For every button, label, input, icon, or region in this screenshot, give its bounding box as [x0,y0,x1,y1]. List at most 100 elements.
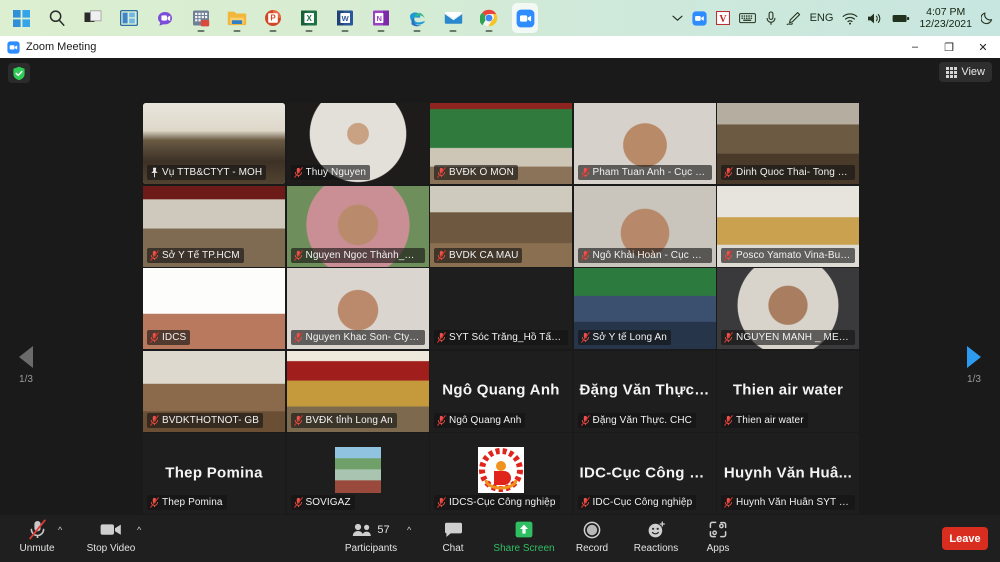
edge-icon[interactable] [404,3,430,33]
participant-name-label: IDCS [162,332,186,343]
taskbar-clock[interactable]: 4:07 PM 12/23/2021 [919,6,972,30]
participant-tile[interactable]: Pham Tuan Anh - Cục Cô... [574,103,716,184]
participant-tile[interactable]: IDCS [143,268,285,349]
participant-name-label: Pham Tuan Anh - Cục Cô... [593,167,708,178]
video-options-caret[interactable]: ^ [137,525,141,535]
reactions-button[interactable]: Reactions [626,519,686,559]
mic-muted-icon [294,497,303,508]
participant-name-label: IDC-Cục Công nghiệp [593,497,693,508]
minimize-button[interactable]: – [898,36,932,58]
unmute-button[interactable]: Unmute [14,519,60,559]
security-shield-icon[interactable] [8,63,30,83]
meeting-top-strip: View [0,58,1000,86]
participant-tile[interactable]: BVDK CA MAU [430,186,572,267]
leave-button[interactable]: Leave [942,527,988,550]
svg-text:N: N [376,14,381,23]
participant-tile[interactable]: Sở Y Tế TP.HCM [143,186,285,267]
participant-name-label: Đặng Văn Thực. CHC [593,415,692,426]
powerpoint-icon[interactable]: P [260,3,286,33]
stop-video-button[interactable]: Stop Video [82,519,140,559]
notification-bell-icon[interactable] [981,11,994,25]
excel-icon[interactable]: X [296,3,322,33]
audio-options-caret[interactable]: ^ [58,525,62,535]
participant-tile[interactable]: Ngô Quang AnhNgô Quang Anh [430,351,572,432]
avatar [478,447,524,493]
tray-touch-keyboard-icon[interactable] [739,12,756,24]
apps-icon [709,519,727,540]
participant-tile[interactable]: Thien air waterThien air water [717,351,859,432]
mic-muted-icon [724,167,733,178]
mic-muted-icon [437,332,446,343]
participant-tile[interactable]: Ngô Khải Hoàn - Cục Cô... [574,186,716,267]
participant-tile[interactable]: IDC-Cục Công n... IDC-Cục Công nghiệp [574,433,716,514]
onenote-icon[interactable]: N [368,3,394,33]
view-button[interactable]: View [939,62,992,82]
share-screen-button[interactable]: Share Screen [490,519,558,559]
participant-tile[interactable]: Đặng Văn Thực....Đặng Văn Thực. CHC [574,351,716,432]
tray-overflow-chevron-icon[interactable] [672,14,683,22]
restore-button[interactable]: ❐ [932,36,966,58]
participant-tile[interactable]: BVDKTHOTNOT- GB [143,351,285,432]
chrome-icon[interactable] [476,3,502,33]
record-button[interactable]: Record [566,519,618,559]
widgets-icon[interactable] [116,3,142,33]
zoom-window-icon [7,41,20,54]
participant-tile[interactable]: Nguyen Ngọc Thành_Cục... [287,186,429,267]
apps-button[interactable]: Apps [696,519,740,559]
participant-tile[interactable]: Sở Y tế Long An [574,268,716,349]
search-icon[interactable] [44,3,70,33]
close-button[interactable]: ✕ [966,36,1000,58]
participant-tile[interactable]: Thuy Nguyen [287,103,429,184]
participant-tile[interactable]: Thep PominaThep Pomina [143,433,285,514]
word-icon[interactable]: W [332,3,358,33]
mic-muted-icon [581,332,590,343]
participants-caret[interactable]: ^ [407,525,411,535]
participant-display-name: IDC-Cục Công n... [574,464,716,481]
taskbar-pinned-apps: P X W N [8,0,538,36]
file-explorer-icon[interactable] [224,3,250,33]
participant-tile[interactable]: Dinh Quoc Thai- Tong Th... [717,103,859,184]
mic-muted-icon [581,250,590,261]
gallery-next-page[interactable]: 1/3 [952,346,996,385]
participant-tile[interactable]: BVĐK tỉnh Long An [287,351,429,432]
participant-tile[interactable]: BVĐK Ô MÔN [430,103,572,184]
unmute-label: Unmute [19,543,54,554]
participant-name-bar: IDCS-Cục Công nghiệp [434,495,560,510]
tray-pen-icon[interactable] [786,11,801,26]
participants-count: 57 [377,524,389,536]
tray-battery-icon[interactable] [892,13,910,24]
participant-tile[interactable]: Vụ TTB&CTYT - MOH [143,103,285,184]
start-icon[interactable] [8,3,34,33]
tray-microphone-icon[interactable] [765,11,777,26]
participant-tile[interactable]: Nguyen Khac Son- Cty Th... [287,268,429,349]
participant-tile[interactable]: SYT Sóc Trăng_Hồ Tấn Th... [430,268,572,349]
participant-tile[interactable]: NGUYEN MANH _ MESSER [717,268,859,349]
mic-muted-icon [437,415,446,426]
view-button-label: View [961,66,985,78]
participants-button[interactable]: 57 Participants [340,519,402,559]
svg-text:P: P [270,14,276,23]
chat-button[interactable]: Chat [430,519,476,559]
zoom-taskbar-icon[interactable] [512,3,538,33]
window-controls: – ❐ ✕ [898,36,1000,58]
tray-volume-icon[interactable] [867,12,883,25]
participant-tile[interactable]: IDCS-Cục Công nghiệp [430,433,572,514]
mic-muted-icon [724,415,733,426]
tray-zoom-icon[interactable] [692,11,707,26]
gallery-prev-page[interactable]: 1/3 [4,346,48,385]
task-view-icon[interactable] [80,3,106,33]
tray-wifi-icon[interactable] [842,12,858,25]
titlebar-left: Zoom Meeting [0,41,96,54]
participant-tile[interactable]: SOVIGAZ [287,433,429,514]
clock-time: 4:07 PM [926,6,965,18]
participant-name-label: Ngô Quang Anh [449,415,521,426]
microphone-muted-icon [28,519,47,540]
participant-name-label: BVDK CA MAU [449,250,518,261]
participant-tile[interactable]: Posco Yamato Vina-Bui A... [717,186,859,267]
calendar-icon[interactable] [188,3,214,33]
participant-tile[interactable]: Huynh Văn Huâ...Huynh Văn Huân SYT Cà... [717,433,859,514]
mail-icon[interactable] [440,3,466,33]
teams-chat-icon[interactable] [152,3,178,33]
tray-language-indicator[interactable]: ENG [810,12,834,24]
tray-unikey-icon[interactable]: V [716,11,730,25]
